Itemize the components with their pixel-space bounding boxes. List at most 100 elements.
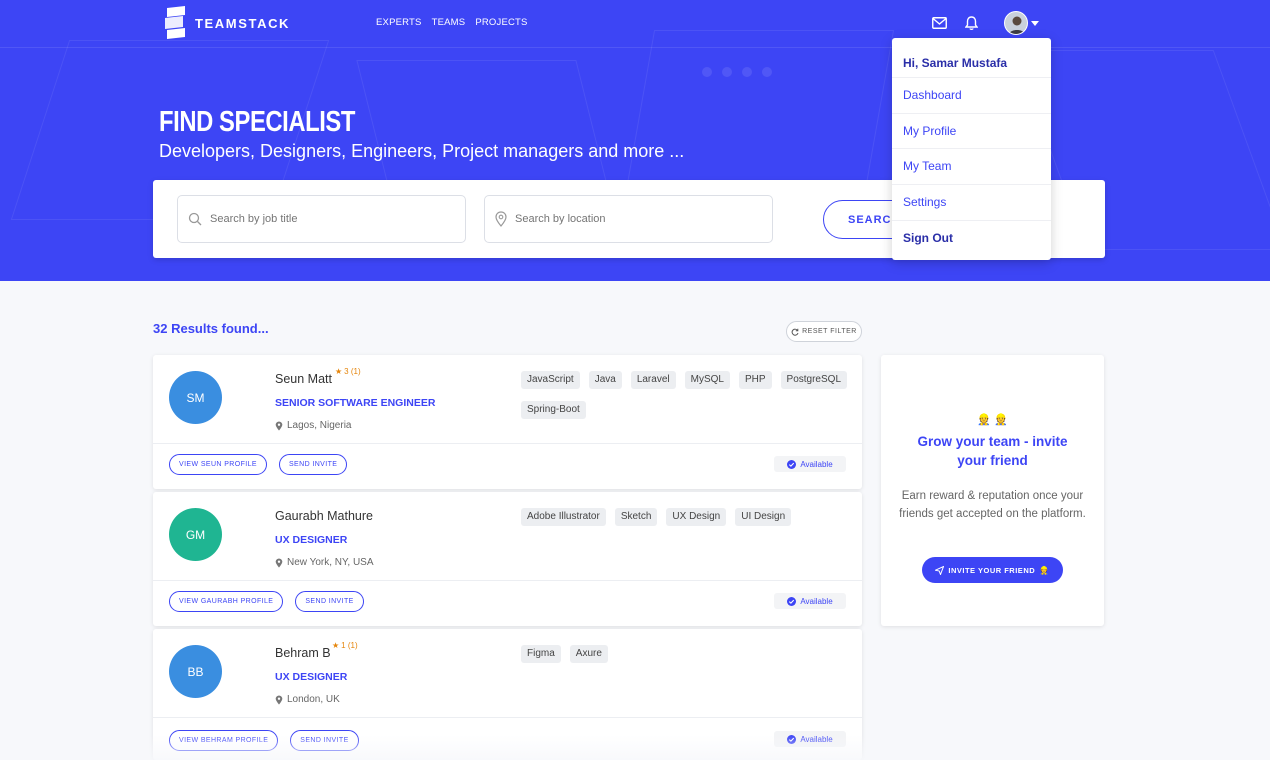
send-invite-button[interactable]: SEND INVITE [290, 730, 359, 751]
menu-item-settings[interactable]: Settings [892, 184, 1051, 219]
skill-tag: UX Design [666, 508, 727, 526]
hero-decoration [762, 67, 772, 77]
skill-tag: PHP [738, 371, 772, 389]
nav-projects[interactable]: PROJECTS [475, 17, 527, 28]
status-badge: Available [774, 456, 846, 472]
brand-logo[interactable]: TEAMSTACK [163, 6, 290, 40]
job-search-field [177, 195, 466, 243]
send-invite-button[interactable]: SEND INVITE [278, 454, 348, 475]
specialist-location: London, UK [275, 694, 340, 705]
teamstack-logo-icon [165, 6, 185, 39]
location-input[interactable] [515, 213, 755, 225]
specialist-card: SM Seun Matt ★ 3 (1) SENIOR SOFTWARE ENG… [153, 355, 862, 489]
nav-teams[interactable]: TEAMS [432, 17, 466, 28]
check-circle-icon [787, 596, 797, 606]
specialist-name: Gaurabh Mathure [275, 509, 373, 523]
card-actions: VIEW SEUN PROFILE SEND INVITE [169, 454, 348, 475]
location-pin-icon [275, 695, 283, 704]
status-badge: Available [774, 731, 846, 747]
user-menu-toggle[interactable] [1004, 11, 1039, 35]
hero-decoration [702, 67, 712, 77]
star-icon: ★ [335, 367, 343, 376]
status-badge: Available [774, 593, 846, 609]
menu-item-my-profile[interactable]: My Profile [892, 113, 1051, 148]
skill-tag: Axure [569, 645, 608, 663]
send-icon [935, 565, 945, 575]
brand-name: TEAMSTACK [195, 15, 291, 31]
location-text: Lagos, Nigeria [287, 420, 352, 431]
skill-tags: Figma Axure [521, 645, 851, 663]
check-circle-icon [787, 734, 797, 744]
skill-tag: Java [588, 371, 622, 389]
card-actions: VIEW BEHRAM PROFILE SEND INVITE [169, 730, 359, 751]
specialist-card: GM Gaurabh Mathure UX DESIGNER New York,… [153, 492, 862, 626]
location-pin-icon [275, 421, 283, 430]
invite-card-title: Grow your team - invite your friend [917, 434, 1068, 468]
chevron-down-icon [1031, 20, 1039, 26]
view-profile-button[interactable]: VIEW GAURABH PROFILE [169, 591, 284, 612]
card-header: SM Seun Matt ★ 3 (1) SENIOR SOFTWARE ENG… [153, 355, 862, 444]
view-profile-button[interactable]: VIEW BEHRAM PROFILE [169, 730, 279, 751]
menu-item-sign-out[interactable]: Sign Out [892, 220, 1051, 255]
specialist-name: Behram B [275, 646, 331, 660]
main-nav: EXPERTS TEAMS PROJECTS [376, 17, 528, 28]
skill-tag: UI Design [735, 508, 792, 526]
invite-card-text: Earn reward & reputation once your frien… [899, 490, 1086, 520]
specialist-name: Seun Matt [275, 372, 332, 386]
menu-item-my-team[interactable]: My Team [892, 148, 1051, 183]
status-text: Available [800, 459, 833, 469]
reset-filter-label: RESET FILTER [802, 328, 857, 335]
worker-emoji-icon: 👷 [1039, 565, 1050, 575]
skill-tags: JavaScript Java Laravel MySQL PHP Postgr… [521, 371, 851, 419]
skill-tag: Sketch [614, 508, 658, 526]
skill-tag: Laravel [630, 371, 676, 389]
check-circle-icon [787, 459, 797, 469]
menu-item-dashboard[interactable]: Dashboard [892, 77, 1051, 112]
mail-icon[interactable] [930, 12, 948, 34]
invite-friend-label: INVITE YOUR FRIEND [948, 565, 1036, 575]
specialist-title: UX DESIGNER [275, 534, 348, 546]
results-count: 32 Results found... [153, 321, 269, 336]
specialist-location: New York, NY, USA [275, 557, 374, 568]
job-title-input[interactable] [210, 213, 450, 225]
location-pin-icon [495, 211, 507, 227]
invite-friend-button[interactable]: INVITE YOUR FRIEND 👷 [922, 557, 1063, 583]
status-text: Available [800, 734, 833, 744]
specialist-location: Lagos, Nigeria [275, 420, 351, 431]
avatar[interactable]: BB [169, 645, 222, 698]
card-actions: VIEW GAURABH PROFILE SEND INVITE [169, 591, 364, 612]
rating: ★ 3 (1) [335, 367, 361, 376]
location-search-field [484, 195, 773, 243]
skill-tag: Adobe Illustrator [521, 508, 606, 526]
send-invite-button[interactable]: SEND INVITE [295, 591, 364, 612]
star-icon: ★ [332, 641, 340, 650]
avatar[interactable]: SM [169, 371, 222, 424]
page-title: FIND SPECIALIST [159, 106, 355, 138]
invite-friend-card: 👷 👷 Grow your team - invite your friend … [881, 355, 1104, 626]
hero-decoration [742, 67, 752, 77]
nav-experts[interactable]: EXPERTS [376, 17, 422, 28]
specialist-title: SENIOR SOFTWARE ENGINEER [275, 397, 436, 409]
reset-filter-button[interactable]: RESET FILTER [786, 321, 862, 342]
location-text: New York, NY, USA [287, 557, 374, 568]
card-header: GM Gaurabh Mathure UX DESIGNER New York,… [153, 492, 862, 581]
skill-tag: Spring-Boot [521, 401, 586, 419]
skill-tag: Figma [521, 645, 561, 663]
hero-decoration [722, 67, 732, 77]
skill-tags: Adobe Illustrator Sketch UX Design UI De… [521, 508, 851, 526]
specialist-card: BB Behram B ★ 1 (1) UX DESIGNER London, … [153, 629, 862, 760]
rating-value: 1 (1) [341, 641, 358, 650]
page-subtitle: Developers, Designers, Engineers, Projec… [159, 141, 685, 161]
top-actions [930, 11, 1039, 35]
location-pin-icon [275, 558, 283, 567]
bell-icon[interactable] [962, 12, 980, 34]
rating: ★ 1 (1) [332, 641, 358, 650]
avatar[interactable]: GM [169, 508, 222, 561]
skill-tag: JavaScript [521, 371, 580, 389]
skill-tag: PostgreSQL [780, 371, 848, 389]
worker-emoji-icon: 👷 👷 [977, 414, 1008, 426]
view-profile-button[interactable]: VIEW SEUN PROFILE [169, 454, 267, 475]
avatar [1004, 11, 1028, 35]
user-dropdown-menu: Hi, Samar Mustafa Dashboard My Profile M… [892, 38, 1051, 260]
search-icon [188, 212, 202, 226]
